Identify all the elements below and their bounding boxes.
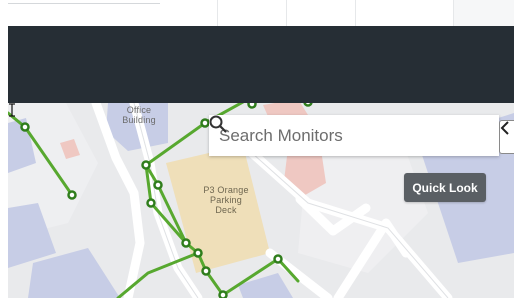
monitor-node[interactable] <box>193 248 203 258</box>
office-label-line: Office <box>126 105 152 115</box>
text-cursor-icon <box>9 103 15 117</box>
quick-look-button[interactable]: Quick Look <box>404 173 486 202</box>
search-icon <box>209 115 227 133</box>
office-building-label: Office Building <box>108 105 170 125</box>
parking-label-line: Deck <box>215 205 237 215</box>
map-view[interactable]: Office Building P3 Orange Parking Deck S… <box>8 103 514 298</box>
monitor-node[interactable] <box>218 290 228 298</box>
monitor-node[interactable] <box>181 238 191 248</box>
monitor-node[interactable] <box>200 118 210 128</box>
monitor-node[interactable] <box>247 103 257 109</box>
parking-deck-label: P3 Orange Parking Deck <box>188 185 264 215</box>
collapse-panel-button[interactable] <box>499 120 514 154</box>
tab-2[interactable] <box>218 0 287 26</box>
monitor-node[interactable] <box>153 180 163 190</box>
monitor-node[interactable] <box>20 122 30 132</box>
parking-label-line: Parking <box>210 195 242 205</box>
office-label-line: Building <box>122 115 156 125</box>
tab-3[interactable] <box>287 0 356 26</box>
search-input[interactable] <box>219 121 469 150</box>
tab-underline <box>8 3 160 4</box>
parking-label-line: P3 Orange <box>203 185 249 195</box>
search-box[interactable] <box>209 115 499 156</box>
tab-strip <box>0 0 514 26</box>
tab-4[interactable] <box>356 0 454 26</box>
monitor-node[interactable] <box>273 254 283 264</box>
monitor-node[interactable] <box>141 160 151 170</box>
monitor-node[interactable] <box>67 190 77 200</box>
tab-5[interactable] <box>454 0 514 26</box>
chevron-left-icon <box>500 121 509 135</box>
monitor-node[interactable] <box>201 266 211 276</box>
tab-1[interactable] <box>0 0 218 26</box>
monitor-node[interactable] <box>146 198 156 208</box>
app-page: Office Building P3 Orange Parking Deck S… <box>0 0 514 298</box>
header-band <box>8 26 514 103</box>
monitor-node[interactable] <box>303 103 313 107</box>
